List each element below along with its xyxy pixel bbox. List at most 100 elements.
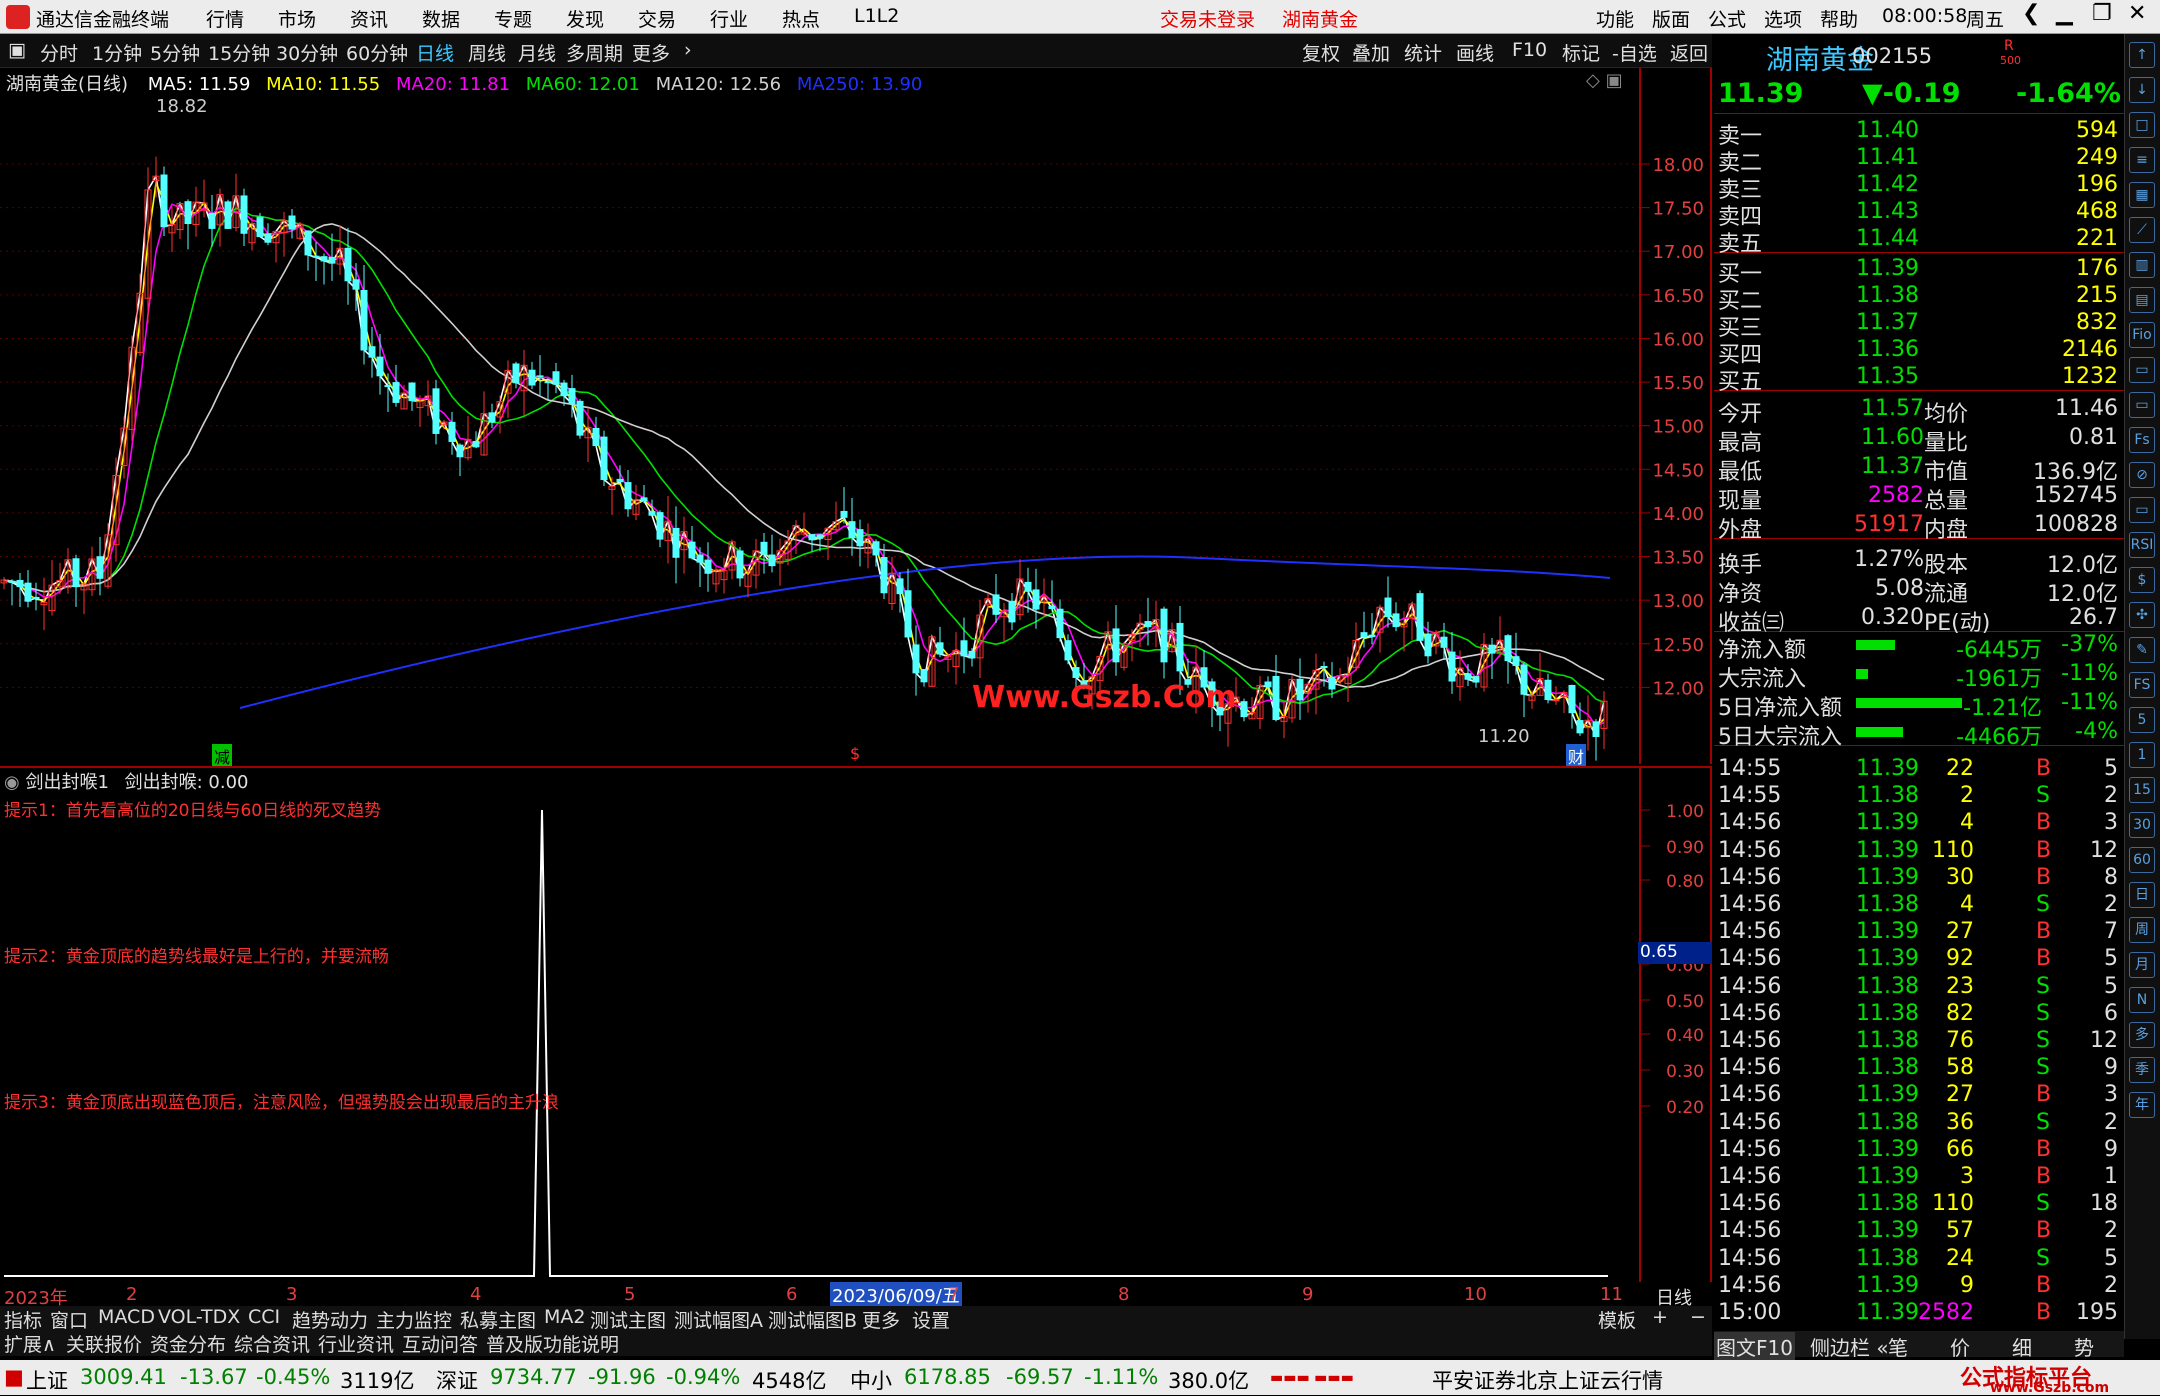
period-weekly[interactable]: 周线 (468, 39, 506, 66)
menu-item-discover[interactable]: 发现 (566, 5, 604, 32)
tab-general-news[interactable]: 综合资讯 (234, 1330, 310, 1357)
side-tool-icon[interactable]: ▦ (2129, 182, 2155, 208)
tab-test-main[interactable]: 测试主图 (590, 1306, 666, 1333)
menu-item-trade[interactable]: 交易 (638, 5, 676, 32)
mark-dividend[interactable]: $ (850, 744, 860, 763)
remove-pane-button[interactable]: − (1690, 1306, 1706, 1328)
tab-qa[interactable]: 互动问答 (402, 1330, 478, 1357)
tool-overlay[interactable]: 叠加 (1352, 39, 1390, 66)
side-tool-icon[interactable]: 5 (2129, 707, 2155, 733)
tab-indicator[interactable]: 指标 (4, 1306, 42, 1333)
menu-item-data[interactable]: 数据 (422, 5, 460, 32)
server-name[interactable]: 平安证券北京上证云行情 (1432, 1365, 1663, 1395)
kline-chart[interactable]: 18.00 17.50 17.00 16.50 16.00 15.50 15.00 14.50… (0, 68, 1712, 764)
side-tool-icon[interactable]: $ (2129, 567, 2155, 593)
menu-item-news[interactable]: 资讯 (350, 5, 388, 32)
side-tool-icon[interactable]: 15 (2129, 777, 2155, 803)
tab-industry-news[interactable]: 行业资讯 (318, 1330, 394, 1357)
tab-expand[interactable]: 扩展∧ (4, 1330, 56, 1357)
close-icon[interactable]: ✕ (2128, 1, 2146, 26)
side-tool-icon[interactable]: ✣ (2129, 602, 2155, 628)
tab-macd[interactable]: MACD (98, 1306, 155, 1328)
tab-settings[interactable]: 设置 (912, 1306, 950, 1333)
tab-main-monitor[interactable]: 主力监控 (376, 1306, 452, 1333)
indicator-chart[interactable]: 1.000.900.800.600.500.400.300.20 (0, 768, 1712, 1292)
side-tool-icon[interactable]: 季 (2129, 1057, 2155, 1083)
side-tool-icon[interactable]: □ (2129, 112, 2155, 138)
tab-price[interactable]: 价 (1950, 1332, 1970, 1361)
tab-test-sub-a[interactable]: 测试幅图A (674, 1306, 763, 1333)
tool-adjust[interactable]: 复权 (1302, 39, 1340, 66)
menu-item-formula[interactable]: 公式 (1708, 5, 1746, 32)
tool-draw[interactable]: 画线 (1456, 39, 1494, 66)
login-status[interactable]: 交易未登录 (1160, 5, 1255, 32)
side-tool-icon[interactable]: FS (2129, 672, 2155, 698)
period-monthly[interactable]: 月线 (518, 39, 556, 66)
indicator-name[interactable]: 剑出封喉1 (25, 772, 108, 793)
period-multi[interactable]: 多周期 (566, 39, 623, 66)
index-name-sme[interactable]: 中小 (850, 1365, 892, 1395)
period-daily[interactable]: 日线 (416, 39, 454, 66)
tab-more[interactable]: 更多 (862, 1306, 900, 1333)
tab-test-sub-b[interactable]: 测试幅图B (768, 1306, 857, 1333)
menu-item-hot[interactable]: 热点 (782, 5, 820, 32)
side-tool-icon[interactable]: ≡ (2129, 147, 2155, 173)
tool-mark[interactable]: 标记 (1562, 39, 1600, 66)
menu-item-quotes[interactable]: 行情 (206, 5, 244, 32)
tab-template[interactable]: 模板 (1598, 1306, 1636, 1333)
tab-detail[interactable]: 细 (2012, 1332, 2032, 1361)
side-tool-icon[interactable]: 年 (2129, 1092, 2155, 1118)
period-1min[interactable]: 1分钟 (92, 39, 142, 66)
tab-window[interactable]: 窗口 (50, 1306, 88, 1333)
add-pane-button[interactable]: + (1652, 1306, 1668, 1328)
mark-finance[interactable]: 财 (1566, 744, 1587, 768)
tab-vol-tdx[interactable]: VOL-TDX (158, 1306, 240, 1328)
tab-feature-guide[interactable]: 普及版功能说明 (486, 1330, 619, 1357)
chevron-right-icon[interactable]: › (684, 39, 692, 61)
menu-item-function[interactable]: 功能 (1596, 5, 1634, 32)
tool-back[interactable]: 返回 (1670, 39, 1708, 66)
period-60min[interactable]: 60分钟 (346, 39, 408, 66)
side-tool-icon[interactable]: 30 (2129, 812, 2155, 838)
menu-item-market[interactable]: 市场 (278, 5, 316, 32)
side-tool-icon[interactable]: 周 (2129, 917, 2155, 943)
period-15min[interactable]: 15分钟 (208, 39, 270, 66)
side-tool-icon[interactable]: 多 (2129, 1022, 2155, 1048)
tab-private-main[interactable]: 私募主图 (460, 1306, 536, 1333)
tab-f10-text[interactable]: 图文F10 (1714, 1332, 1795, 1361)
menu-item-l1l2[interactable]: L1L2 (854, 5, 899, 27)
menu-item-topic[interactable]: 专题 (494, 5, 532, 32)
side-tool-icon[interactable]: Fs (2129, 427, 2155, 453)
tab-ma2[interactable]: MA2 (544, 1306, 585, 1328)
menu-item-layout[interactable]: 版面 (1652, 5, 1690, 32)
period-5min[interactable]: 5分钟 (150, 39, 200, 66)
minimize-icon[interactable]: ▁ (2056, 1, 2073, 26)
side-tool-icon[interactable]: 1 (2129, 742, 2155, 768)
tab-related-quotes[interactable]: 关联报价 (66, 1330, 142, 1357)
side-tool-icon[interactable]: ▤ (2129, 287, 2155, 313)
kline-panel[interactable]: 18.00 17.50 17.00 16.50 16.00 15.50 15.00 14.50… (0, 68, 1712, 768)
tool-f10[interactable]: F10 (1512, 39, 1547, 61)
chart-settings-icon[interactable]: ◇ ▣ (1586, 70, 1623, 91)
menu-item-industry[interactable]: 行业 (710, 5, 748, 32)
tab-fund-distribution[interactable]: 资金分布 (150, 1330, 226, 1357)
side-tool-icon[interactable]: 60 (2129, 847, 2155, 873)
layout-toggle-icon[interactable]: ▣ (8, 39, 26, 61)
side-tool-icon[interactable]: Fio (2129, 322, 2155, 348)
side-tool-icon[interactable]: ↓ (2129, 77, 2155, 103)
tab-sidebar[interactable]: 侧边栏 « (1810, 1332, 1889, 1361)
side-tool-icon[interactable]: ↑ (2129, 42, 2155, 68)
period-intraday[interactable]: 分时 (40, 39, 78, 66)
mark-reduce[interactable]: 减 (212, 744, 233, 768)
side-tool-icon[interactable]: RSI (2129, 532, 2155, 558)
tool-stats[interactable]: 统计 (1404, 39, 1442, 66)
side-tool-icon[interactable]: ▭ (2129, 497, 2155, 523)
tool-self-select[interactable]: -自选 (1612, 39, 1657, 66)
period-30min[interactable]: 30分钟 (276, 39, 338, 66)
side-tool-icon[interactable]: ✎ (2129, 637, 2155, 663)
side-tool-icon[interactable]: 月 (2129, 952, 2155, 978)
indicator-panel[interactable]: 1.00 0.90 0.80 0.60 0.50 0.40 0.30 0.20 ◉ 剑出封喉1… (0, 766, 1712, 1292)
tab-trades[interactable]: 笔 (1888, 1332, 1908, 1361)
restore-icon[interactable]: ❐ (2092, 1, 2112, 26)
side-tool-icon[interactable]: ⟋ (2129, 217, 2155, 243)
